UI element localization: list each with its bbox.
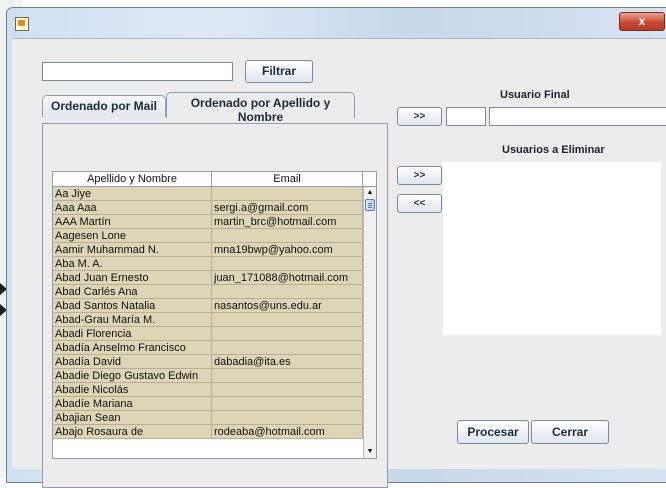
table-row[interactable]: AAA Martín martin_brc@hotmail.com — [53, 215, 363, 229]
cell-email: rodeaba@hotmail.com — [212, 425, 363, 439]
cell-email — [212, 187, 363, 201]
scroll-thumb[interactable] — [365, 199, 375, 211]
add-to-eliminar-button[interactable]: >> — [397, 166, 442, 185]
table-header: Apellido y Nombre Email — [53, 172, 376, 187]
cell-email — [212, 313, 363, 327]
table-row[interactable]: Aamir Muhammad N. mna19bwp@yahoo.com — [53, 243, 363, 257]
cell-email: nasantos@uns.edu.ar — [212, 299, 363, 313]
table-row[interactable]: Abadía Anselmo Francisco — [53, 341, 363, 355]
cell-email: dabadia@ita.es — [212, 355, 363, 369]
cell-name: Aa Jiye — [53, 187, 212, 201]
tab-ordenado-por-mail[interactable]: Ordenado por Mail — [42, 95, 166, 117]
cell-email — [212, 411, 363, 425]
usuario-final-id-field[interactable] — [446, 107, 486, 126]
table-row[interactable]: Aagesen Lone — [53, 229, 363, 243]
filter-button[interactable]: Filtrar — [245, 60, 313, 83]
cell-name: Aamir Muhammad N. — [53, 243, 212, 257]
cell-name: Abajian Sean — [53, 411, 212, 425]
cell-email — [212, 369, 363, 383]
cell-email — [212, 257, 363, 271]
cell-email: sergi.a@gmail.com — [212, 201, 363, 215]
title-bar[interactable]: x — [7, 8, 666, 38]
table-row[interactable]: Abad-Grau María M. — [53, 313, 363, 327]
cell-name: Abajo Rosaura de — [53, 425, 212, 439]
cell-name: Abad Juan Ernesto — [53, 271, 212, 285]
cell-name: Abadie Diego Gustavo Edwin — [53, 369, 212, 383]
procesar-button[interactable]: Procesar — [457, 420, 529, 444]
usuarios-eliminar-label: Usuarios a Eliminar — [502, 144, 605, 156]
cell-name: Aagesen Lone — [53, 229, 212, 243]
usuario-final-label: Usuario Final — [500, 89, 570, 101]
table-row[interactable]: Aaa Aaa sergi.a@gmail.com — [53, 201, 363, 215]
table-row[interactable]: Abajo Rosaura de rodeaba@hotmail.com — [53, 425, 363, 439]
table-row[interactable]: Abadie Nicolás — [53, 383, 363, 397]
table-body: Aa Jiye Aaa Aaa sergi.a@gmail.com AAA Martí… — [53, 187, 363, 439]
table-row[interactable]: Abadíe Mariana — [53, 397, 363, 411]
java-app-icon — [15, 17, 29, 31]
window-content: Filtrar Ordenado por Mail Ordenado por A… — [12, 38, 666, 488]
set-usuario-final-button[interactable]: >> — [397, 107, 442, 126]
tab-ordenado-por-apellido[interactable]: Ordenado por Apellido y Nombre — [166, 92, 355, 124]
remove-from-eliminar-button[interactable]: << — [397, 194, 442, 213]
table-row[interactable]: Abadi Florencia — [53, 327, 363, 341]
column-header-name[interactable]: Apellido y Nombre — [53, 172, 212, 187]
cell-name: Abad Santos Natalia — [53, 299, 212, 313]
cell-email — [212, 229, 363, 243]
cell-name: Abad Carlés Ana — [53, 285, 212, 299]
cell-name: Aaa Aaa — [53, 201, 212, 215]
table-row[interactable]: Abad Carlés Ana — [53, 285, 363, 299]
cell-email — [212, 327, 363, 341]
cell-email: mna19bwp@yahoo.com — [212, 243, 363, 257]
table-row[interactable]: Aa Jiye — [53, 187, 363, 201]
scroll-up-icon[interactable]: ▲ — [364, 187, 376, 199]
cell-name: Abadie Nicolás — [53, 383, 212, 397]
app-window: x Filtrar Ordenado por Mail Ordenado por… — [6, 7, 666, 488]
cell-email — [212, 341, 363, 355]
cerrar-button[interactable]: Cerrar — [531, 420, 609, 444]
close-window-button[interactable]: x — [619, 12, 665, 31]
table-row[interactable]: Abad Santos Natalia nasantos@uns.edu.ar — [53, 299, 363, 313]
cell-email — [212, 397, 363, 411]
scroll-down-icon[interactable]: ▼ — [364, 446, 376, 458]
cell-name: Abadíe Mariana — [53, 397, 212, 411]
usuario-final-name-field[interactable] — [489, 107, 666, 126]
table-scrollbar[interactable]: ▲ ▼ — [363, 187, 376, 458]
filter-input[interactable] — [42, 62, 233, 81]
cell-name: Abadía David — [53, 355, 212, 369]
table-row[interactable]: Abadie Diego Gustavo Edwin — [53, 369, 363, 383]
table-row[interactable]: Abadía David dabadia@ita.es — [53, 355, 363, 369]
cell-email: juan_171088@hotmail.com — [212, 271, 363, 285]
table-row[interactable]: Abad Juan Ernesto juan_171088@hotmail.com — [53, 271, 363, 285]
column-header-email[interactable]: Email — [212, 172, 363, 187]
usuarios-eliminar-list[interactable] — [443, 162, 661, 335]
cell-email — [212, 285, 363, 299]
cell-name: Aba M. A. — [53, 257, 212, 271]
users-table[interactable]: Apellido y Nombre Email Aa Jiye Aaa Aaa se… — [52, 171, 377, 459]
cell-name: AAA Martín — [53, 215, 212, 229]
table-row[interactable]: Aba M. A. — [53, 257, 363, 271]
header-corner — [363, 172, 376, 187]
cell-name: Abad-Grau María M. — [53, 313, 212, 327]
cell-email — [212, 383, 363, 397]
table-row[interactable]: Abajian Sean — [53, 411, 363, 425]
cell-email: martin_brc@hotmail.com — [212, 215, 363, 229]
cell-name: Abadía Anselmo Francisco — [53, 341, 212, 355]
cell-name: Abadi Florencia — [53, 327, 212, 341]
